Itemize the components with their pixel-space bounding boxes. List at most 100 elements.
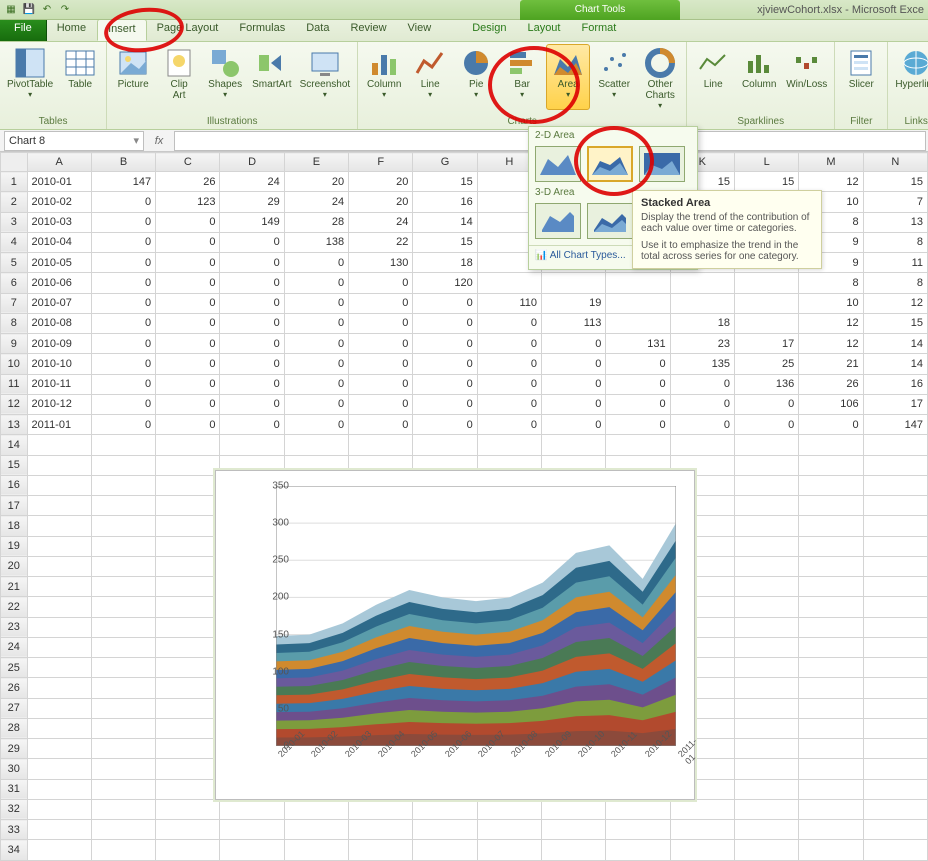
- cell-G6[interactable]: 120: [413, 273, 477, 293]
- cell-F9[interactable]: 0: [349, 334, 413, 354]
- select-all-cell[interactable]: [1, 153, 28, 172]
- cell-C21[interactable]: [156, 577, 220, 597]
- row-header-17[interactable]: 17: [1, 496, 28, 516]
- cell-M19[interactable]: [799, 536, 863, 556]
- cell-M16[interactable]: [799, 475, 863, 495]
- cell-C26[interactable]: [156, 678, 220, 698]
- cell-A12[interactable]: 2010-12: [27, 394, 91, 414]
- cell-A15[interactable]: [27, 455, 91, 475]
- cell-E10[interactable]: 0: [284, 354, 348, 374]
- row-header-11[interactable]: 11: [1, 374, 28, 394]
- cell-N4[interactable]: 8: [863, 232, 927, 252]
- cell-M31[interactable]: [799, 779, 863, 799]
- cell-K14[interactable]: [670, 435, 734, 455]
- cell-J12[interactable]: 0: [606, 394, 670, 414]
- cell-C34[interactable]: [156, 840, 220, 861]
- cell-B22[interactable]: [91, 597, 155, 617]
- cell-J14[interactable]: [606, 435, 670, 455]
- cell-A32[interactable]: [27, 799, 91, 819]
- cell-L26[interactable]: [734, 678, 798, 698]
- cell-C23[interactable]: [156, 617, 220, 637]
- cell-A9[interactable]: 2010-09: [27, 334, 91, 354]
- cell-A13[interactable]: 2011-01: [27, 415, 91, 435]
- cell-G11[interactable]: 0: [413, 374, 477, 394]
- cell-B21[interactable]: [91, 577, 155, 597]
- cell-N26[interactable]: [863, 678, 927, 698]
- cell-M14[interactable]: [799, 435, 863, 455]
- cell-C33[interactable]: [156, 820, 220, 840]
- cell-N13[interactable]: 147: [863, 415, 927, 435]
- cell-D12[interactable]: 0: [220, 394, 284, 414]
- cell-A25[interactable]: [27, 658, 91, 678]
- col-header-N[interactable]: N: [863, 153, 927, 172]
- cell-A4[interactable]: 2010-04: [27, 232, 91, 252]
- cell-D2[interactable]: 29: [220, 192, 284, 212]
- cell-K6[interactable]: [670, 273, 734, 293]
- cell-H8[interactable]: 0: [477, 313, 541, 333]
- cell-E3[interactable]: 28: [284, 212, 348, 232]
- cell-C8[interactable]: 0: [156, 313, 220, 333]
- cell-G3[interactable]: 14: [413, 212, 477, 232]
- row-header-27[interactable]: 27: [1, 698, 28, 718]
- cell-M11[interactable]: 26: [799, 374, 863, 394]
- picture-button[interactable]: Picture: [111, 44, 155, 110]
- cell-C27[interactable]: [156, 698, 220, 718]
- sparkline-winloss-button[interactable]: Win/Loss: [783, 44, 830, 110]
- cell-M26[interactable]: [799, 678, 863, 698]
- cell-B7[interactable]: 0: [91, 293, 155, 313]
- row-header-12[interactable]: 12: [1, 394, 28, 414]
- cell-A30[interactable]: [27, 759, 91, 779]
- cell-A19[interactable]: [27, 536, 91, 556]
- cell-H11[interactable]: 0: [477, 374, 541, 394]
- cell-J32[interactable]: [606, 799, 670, 819]
- col-header-A[interactable]: A: [27, 153, 91, 172]
- cell-C4[interactable]: 0: [156, 232, 220, 252]
- row-header-19[interactable]: 19: [1, 536, 28, 556]
- cell-B29[interactable]: [91, 739, 155, 759]
- tab-review[interactable]: Review: [340, 19, 397, 41]
- row-header-7[interactable]: 7: [1, 293, 28, 313]
- cell-L18[interactable]: [734, 516, 798, 536]
- cell-B30[interactable]: [91, 759, 155, 779]
- cell-L24[interactable]: [734, 637, 798, 657]
- cell-A7[interactable]: 2010-07: [27, 293, 91, 313]
- cell-I32[interactable]: [542, 799, 606, 819]
- cell-J9[interactable]: 131: [606, 334, 670, 354]
- cell-C24[interactable]: [156, 637, 220, 657]
- cell-F11[interactable]: 0: [349, 374, 413, 394]
- cell-G2[interactable]: 16: [413, 192, 477, 212]
- cell-N1[interactable]: 15: [863, 172, 927, 192]
- cell-N31[interactable]: [863, 779, 927, 799]
- cell-I14[interactable]: [542, 435, 606, 455]
- cell-D5[interactable]: 0: [220, 253, 284, 273]
- cell-N19[interactable]: [863, 536, 927, 556]
- cell-A16[interactable]: [27, 475, 91, 495]
- cell-A33[interactable]: [27, 820, 91, 840]
- cell-M21[interactable]: [799, 577, 863, 597]
- cell-E9[interactable]: 0: [284, 334, 348, 354]
- cell-C31[interactable]: [156, 779, 220, 799]
- cell-M23[interactable]: [799, 617, 863, 637]
- cell-C9[interactable]: 0: [156, 334, 220, 354]
- col-header-L[interactable]: L: [734, 153, 798, 172]
- cell-A27[interactable]: [27, 698, 91, 718]
- col-header-G[interactable]: G: [413, 153, 477, 172]
- cell-L17[interactable]: [734, 496, 798, 516]
- cell-M22[interactable]: [799, 597, 863, 617]
- cell-C30[interactable]: [156, 759, 220, 779]
- cell-A20[interactable]: [27, 556, 91, 576]
- cell-A31[interactable]: [27, 779, 91, 799]
- bar-chart-button[interactable]: Bar▾: [500, 44, 544, 110]
- cell-A18[interactable]: [27, 516, 91, 536]
- cell-L9[interactable]: 17: [734, 334, 798, 354]
- cell-G12[interactable]: 0: [413, 394, 477, 414]
- area-option-100-stacked-area[interactable]: [639, 146, 685, 182]
- cell-D3[interactable]: 149: [220, 212, 284, 232]
- name-box[interactable]: Chart 8 ▾: [4, 131, 144, 151]
- tab-view[interactable]: View: [398, 19, 443, 41]
- cell-L25[interactable]: [734, 658, 798, 678]
- cell-N32[interactable]: [863, 799, 927, 819]
- row-header-1[interactable]: 1: [1, 172, 28, 192]
- cell-I6[interactable]: [542, 273, 606, 293]
- cell-I7[interactable]: 19: [542, 293, 606, 313]
